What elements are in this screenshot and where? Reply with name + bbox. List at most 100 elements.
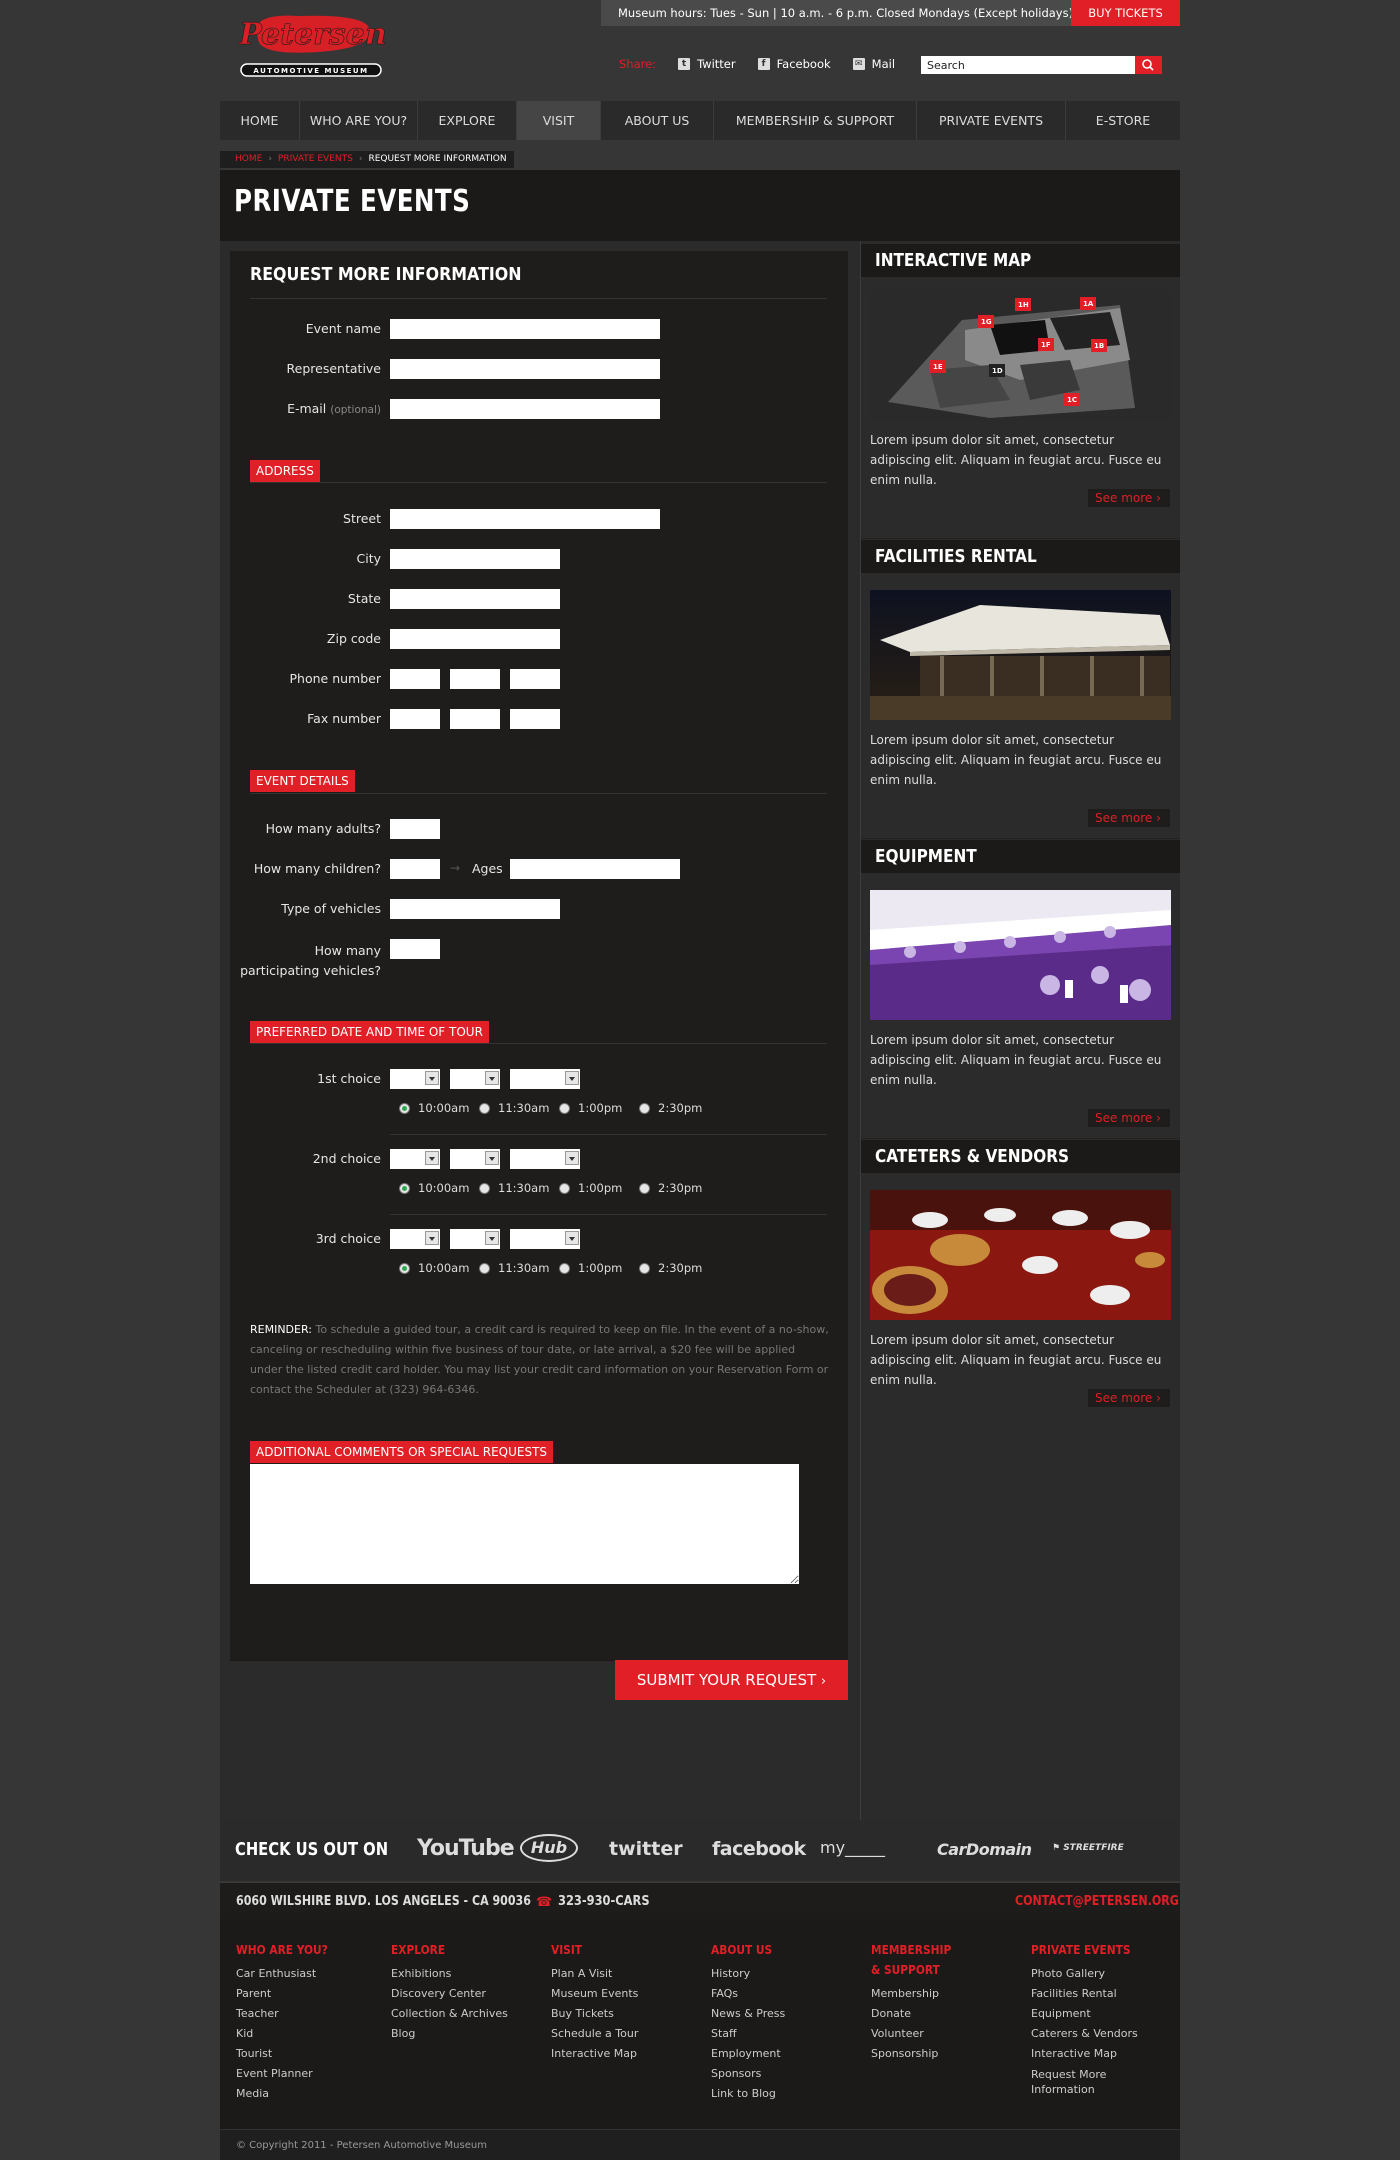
choice-1-time-1-radio[interactable] — [399, 1103, 410, 1114]
footer-link[interactable]: Facilities Rental — [1031, 1984, 1148, 2004]
choice-3-year-select[interactable] — [510, 1229, 580, 1249]
footer-link[interactable]: Caterers & Vendors — [1031, 2024, 1148, 2044]
state-input[interactable] — [390, 589, 560, 609]
choice-1-time-3-radio[interactable] — [559, 1103, 570, 1114]
myspace-logo[interactable]: my_____ — [820, 1838, 885, 1857]
footer-link[interactable]: Exhibitions — [391, 1964, 508, 1984]
footer-link[interactable]: Buy Tickets — [551, 2004, 638, 2024]
facebook-logo[interactable]: facebook — [712, 1838, 806, 1860]
see-more-facilities-link[interactable]: See more › — [1088, 809, 1170, 827]
footer-link[interactable]: Request More — [1031, 2067, 1148, 2082]
share-facebook[interactable]: f Facebook — [757, 57, 831, 71]
streetfire-logo[interactable]: ⚑ STREETFIRE — [1052, 1843, 1124, 1853]
street-input[interactable] — [390, 509, 660, 529]
adults-input[interactable] — [390, 819, 440, 839]
choice-2-time-3-radio[interactable] — [559, 1183, 570, 1194]
breadcrumb-home[interactable]: HOME — [235, 154, 262, 164]
footer-link[interactable]: Membership — [871, 1984, 965, 2004]
contact-email-link[interactable]: CONTACT@PETERSEN.ORG — [1015, 1894, 1179, 1909]
twitter-logo[interactable]: twitter — [609, 1838, 683, 1860]
choice-1-time-4-radio[interactable] — [639, 1103, 650, 1114]
footer-link[interactable]: Interactive Map — [551, 2044, 638, 2064]
choice-1-time-2-radio[interactable] — [479, 1103, 490, 1114]
footer-link[interactable]: Parent — [236, 1984, 344, 2004]
email-input[interactable] — [390, 399, 660, 419]
footer-link[interactable]: Schedule a Tour — [551, 2024, 638, 2044]
representative-input[interactable] — [390, 359, 660, 379]
facilities-rental-image[interactable] — [870, 590, 1171, 720]
choice-3-time-2-radio[interactable] — [479, 1263, 490, 1274]
submit-button[interactable]: SUBMIT YOUR REQUEST › — [615, 1660, 848, 1700]
footer-link[interactable]: FAQs — [711, 1984, 785, 2004]
footer-link[interactable]: Media — [236, 2084, 344, 2104]
choice-3-time-3-radio[interactable] — [559, 1263, 570, 1274]
footer-link[interactable]: Link to Blog — [711, 2084, 785, 2104]
petersen-logo[interactable]: Petersen AUTOMOTIVE MUSEUM — [238, 8, 388, 80]
choice-1-month-select[interactable] — [390, 1069, 440, 1089]
footer-col-heading[interactable]: VISIT — [551, 1940, 625, 1960]
footer-link[interactable]: Car Enthusiast — [236, 1964, 344, 1984]
vehicles-input[interactable] — [390, 899, 560, 919]
choice-2-month-select[interactable] — [390, 1149, 440, 1169]
footer-link[interactable]: History — [711, 1964, 785, 1984]
choice-3-time-1-radio[interactable] — [399, 1263, 410, 1274]
footer-link[interactable]: Event Planner — [236, 2064, 344, 2084]
search-input[interactable] — [921, 56, 1135, 74]
choice-1-year-select[interactable] — [510, 1069, 580, 1089]
footer-link[interactable]: Collection & Archives — [391, 2004, 508, 2024]
nav-private-events[interactable]: PRIVATE EVENTS — [917, 101, 1066, 140]
youtube-logo[interactable]: YouTube — [417, 1836, 515, 1861]
footer-col-heading[interactable]: EXPLORE — [391, 1940, 490, 1960]
footer-col-heading-line2[interactable]: & SUPPORT — [871, 1960, 951, 1980]
city-input[interactable] — [390, 549, 560, 569]
choice-3-time-4-radio[interactable] — [639, 1263, 650, 1274]
phone-prefix-input[interactable] — [450, 669, 500, 689]
comments-textarea[interactable] — [250, 1464, 799, 1584]
event-name-input[interactable] — [390, 319, 660, 339]
choice-2-day-select[interactable] — [450, 1149, 500, 1169]
choice-3-day-select[interactable] — [450, 1229, 500, 1249]
footer-link[interactable]: Volunteer — [871, 2024, 965, 2044]
footer-link[interactable]: Information — [1031, 2082, 1148, 2097]
breadcrumb-private-events[interactable]: PRIVATE EVENTS — [278, 154, 353, 164]
nav-about-us[interactable]: ABOUT US — [601, 101, 714, 140]
share-mail[interactable]: ✉ Mail — [852, 57, 895, 71]
footer-link[interactable]: News & Press — [711, 2004, 785, 2024]
hub-logo[interactable]: Hub — [520, 1834, 578, 1862]
caterers-image[interactable] — [870, 1190, 1171, 1320]
footer-link[interactable]: Kid — [236, 2024, 344, 2044]
ages-input[interactable] — [510, 859, 680, 879]
footer-link[interactable]: Sponsorship — [871, 2044, 965, 2064]
footer-col-heading[interactable]: WHO ARE YOU? — [236, 1940, 328, 1960]
fax-line-input[interactable] — [510, 709, 560, 729]
nav-who-are-you[interactable]: WHO ARE YOU? — [300, 101, 418, 140]
choice-3-month-select[interactable] — [390, 1229, 440, 1249]
footer-link[interactable]: Blog — [391, 2024, 508, 2044]
footer-link[interactable]: Staff — [711, 2024, 785, 2044]
share-twitter[interactable]: t Twitter — [678, 57, 736, 71]
footer-link[interactable]: Employment — [711, 2044, 785, 2064]
see-more-equipment-link[interactable]: See more › — [1088, 1109, 1170, 1127]
choice-2-time-2-radio[interactable] — [479, 1183, 490, 1194]
zip-input[interactable] — [390, 629, 560, 649]
footer-link[interactable]: Photo Gallery — [1031, 1964, 1148, 1984]
nav-explore[interactable]: EXPLORE — [418, 101, 517, 140]
fax-area-input[interactable] — [390, 709, 440, 729]
choice-2-year-select[interactable] — [510, 1149, 580, 1169]
footer-link[interactable]: Sponsors — [711, 2064, 785, 2084]
footer-link[interactable]: Teacher — [236, 2004, 344, 2024]
choice-2-time-4-radio[interactable] — [639, 1183, 650, 1194]
footer-col-heading[interactable]: ABOUT US — [711, 1940, 774, 1960]
footer-link[interactable]: Discovery Center — [391, 1984, 508, 2004]
nav-e-store[interactable]: E-STORE — [1066, 101, 1180, 140]
phone-area-input[interactable] — [390, 669, 440, 689]
children-input[interactable] — [390, 859, 440, 879]
choice-2-time-1-radio[interactable] — [399, 1183, 410, 1194]
nav-membership-support[interactable]: MEMBERSHIP & SUPPORT — [714, 101, 917, 140]
footer-link[interactable]: Tourist — [236, 2044, 344, 2064]
see-more-caterers-link[interactable]: See more › — [1088, 1389, 1170, 1407]
nav-visit[interactable]: VISIT — [517, 101, 601, 140]
equipment-image[interactable] — [870, 890, 1171, 1020]
footer-col-heading[interactable]: MEMBERSHIP — [871, 1940, 951, 1960]
footer-link[interactable]: Equipment — [1031, 2004, 1148, 2024]
